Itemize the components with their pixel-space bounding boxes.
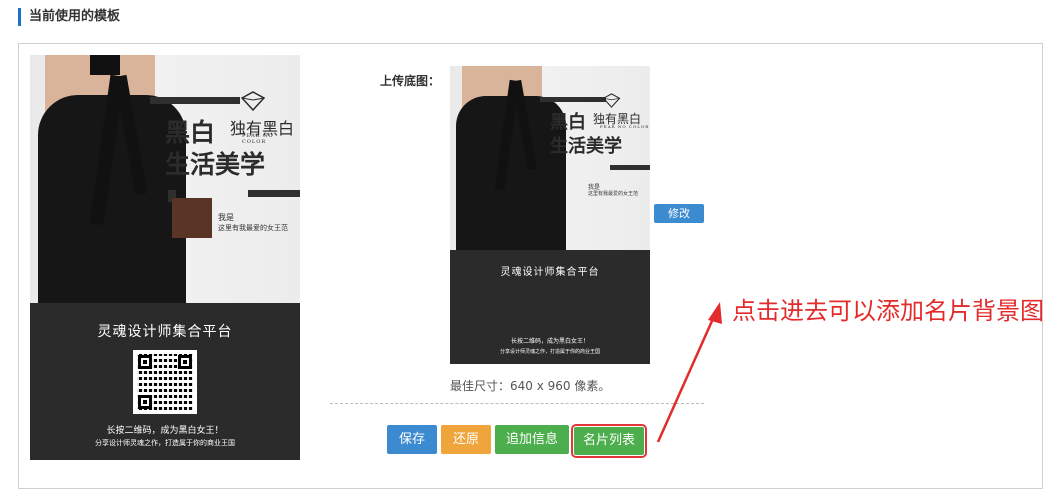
annotation-text: 点击进去可以添加名片背景图 (732, 297, 1044, 325)
divider (330, 403, 704, 404)
upload-slogan-text: 分享设计师灵魂之作，打造属于你的商业王国 (499, 349, 600, 355)
size-hint: 最佳尺寸：640 x 960 像素。 (450, 379, 611, 393)
upload-diamond-logo-icon (602, 93, 621, 108)
upload-deco-bar-top (540, 97, 606, 102)
brand-sub-text: FEAR NO COLOR (242, 133, 274, 145)
poster-tag-line2: 这里有我最爱的女王范 (218, 224, 288, 232)
add-info-button[interactable]: 追加信息 (495, 425, 569, 454)
upload-bottom: 灵魂设计师集合平台 长按二维码，成为黑白女王！ 分享设计师灵魂之作，打造属于你的… (450, 250, 650, 364)
poster-cta-text: 长按二维码，成为黑白女王！ (106, 426, 224, 436)
card-list-button[interactable]: 名片列表 (571, 424, 647, 458)
diamond-logo-icon (240, 91, 266, 111)
deco-bar-right (248, 190, 300, 197)
restore-button[interactable]: 还原 (441, 425, 491, 454)
poster-title-line2: 生活美学 (165, 150, 266, 179)
poster-tag-line1: 我是 (218, 213, 234, 222)
upload-platform-text: 灵魂设计师集合平台 (500, 267, 600, 278)
section-title: 当前使用的模板 (18, 8, 120, 26)
upload-title-line1: 黑白 (550, 112, 586, 133)
qr-code (133, 350, 197, 414)
poster-title-line1: 黑白 (165, 118, 216, 147)
brown-swatch (172, 198, 212, 238)
modify-button[interactable]: 修改 (654, 204, 704, 223)
template-preview: 独有黑白 FEAR NO COLOR 黑白 生活美学 我是 这里有我最爱的女王范… (30, 55, 300, 460)
upload-photo: 独有黑白 FEAR NO COLOR 黑白 生活美学 我是 这里有我最爱的女王范 (450, 66, 650, 252)
upload-title-line2: 生活美学 (550, 136, 622, 157)
poster-platform-text: 灵魂设计师集合平台 (97, 324, 233, 340)
deco-bar-top (150, 97, 240, 104)
upload-model-figure (450, 66, 575, 252)
upload-deco-bar-right (610, 165, 650, 170)
preview-bottom: 灵魂设计师集合平台 长按二维码，成为黑白女王！ 分享设计师灵魂之作，打造属于你的… (30, 303, 300, 460)
upload-cta-text: 长按二维码，成为黑白女王！ (510, 338, 589, 345)
upload-label: 上传底图： (380, 74, 441, 88)
preview-photo: 独有黑白 FEAR NO COLOR 黑白 生活美学 我是 这里有我最爱的女王范 (30, 55, 300, 305)
poster-slogan-text: 分享设计师灵魂之作，打造属于你的商业王国 (95, 439, 235, 447)
save-button[interactable]: 保存 (387, 425, 437, 454)
annotation-arrow-icon (656, 302, 722, 443)
upload-tag-line2: 这里有我最爱的女王范 (588, 191, 639, 197)
upload-brand-sub: FEAR NO COLOR (600, 124, 650, 129)
uploaded-base-image: 独有黑白 FEAR NO COLOR 黑白 生活美学 我是 这里有我最爱的女王范… (450, 66, 650, 364)
